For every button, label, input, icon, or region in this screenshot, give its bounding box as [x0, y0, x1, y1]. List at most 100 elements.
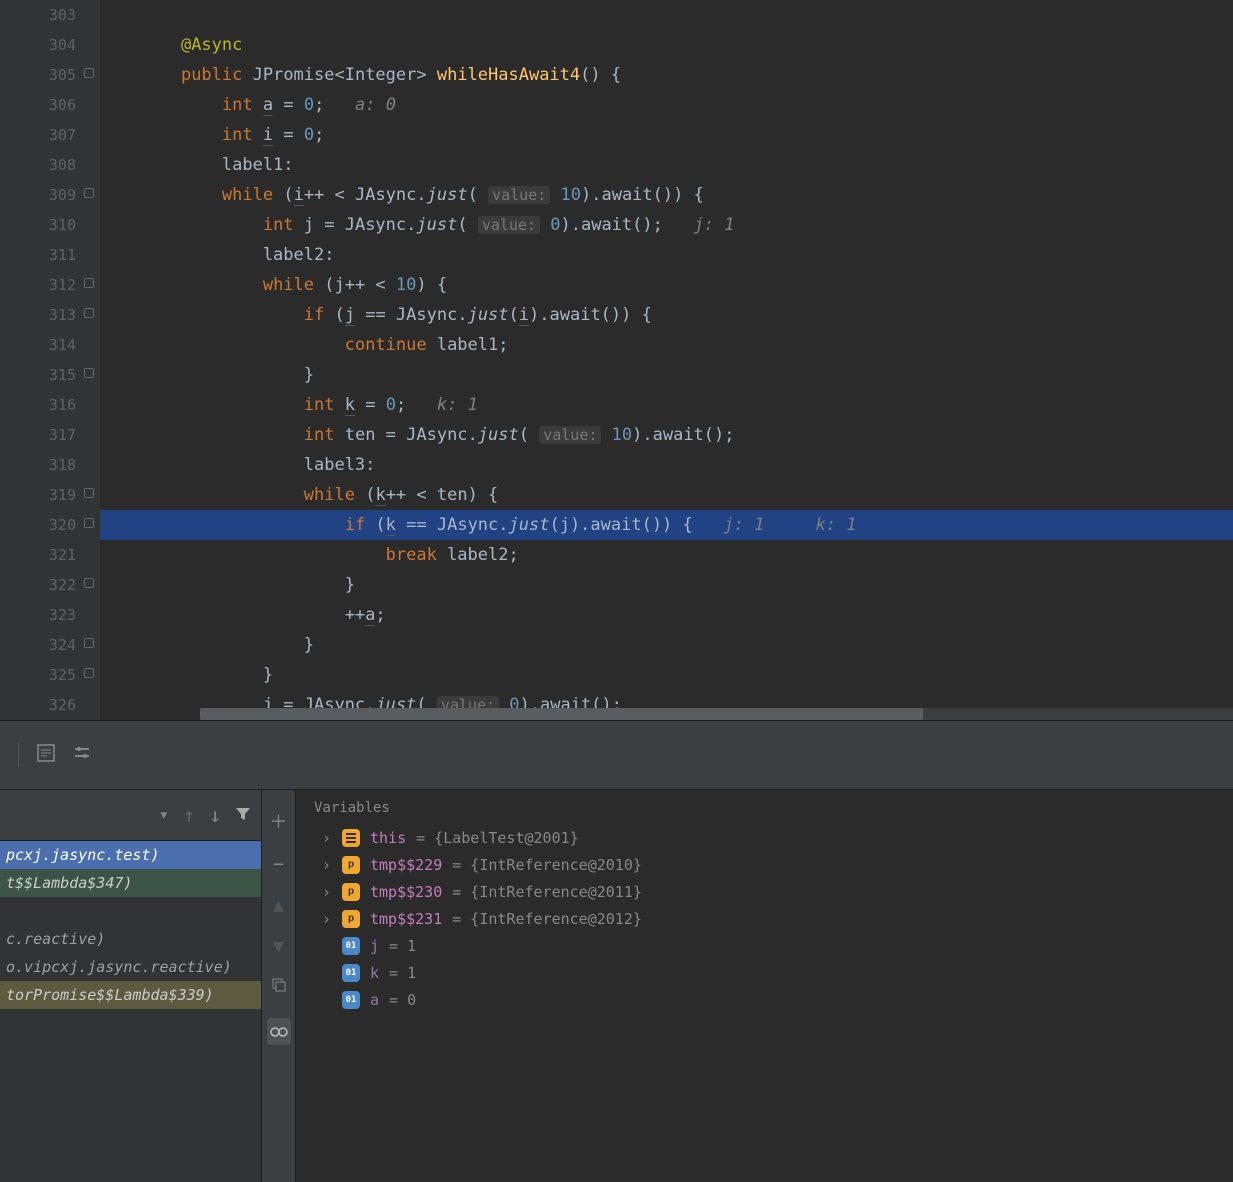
- variable-row[interactable]: ›this = {LabelTest@2001}: [310, 824, 1219, 851]
- variable-row[interactable]: 01j = 1: [310, 932, 1219, 959]
- code-line[interactable]: }: [140, 630, 1233, 660]
- frame-item[interactable]: t$$Lambda$347): [0, 869, 261, 897]
- line-number[interactable]: 307: [0, 120, 76, 150]
- frame-item[interactable]: [0, 897, 261, 925]
- code-line[interactable]: int a = 0; a: 0: [140, 90, 1233, 120]
- expand-icon[interactable]: ›: [322, 856, 332, 874]
- code-area[interactable]: @Async public JPromise<Integer> whileHas…: [100, 0, 1233, 720]
- up-icon[interactable]: ▲: [273, 895, 284, 916]
- variable-row[interactable]: 01k = 1: [310, 959, 1219, 986]
- code-line[interactable]: if (j == JAsync.just(i).await()) {: [140, 300, 1233, 330]
- code-line[interactable]: int j = JAsync.just( value: 0).await(); …: [140, 210, 1233, 240]
- frames-panel[interactable]: ▾ ↑ ↓ pcxj.jasync.test)t$$Lambda$347) c.r…: [0, 790, 262, 1182]
- fold-icon[interactable]: [84, 188, 94, 198]
- variable-row[interactable]: ›tmp$$231 = {IntReference@2012}: [310, 905, 1219, 932]
- line-number[interactable]: 315: [0, 360, 76, 390]
- code-line[interactable]: [140, 0, 1233, 30]
- line-number[interactable]: 318: [0, 450, 76, 480]
- frame-item[interactable]: pcxj.jasync.test): [0, 841, 261, 869]
- line-number[interactable]: 321: [0, 540, 76, 570]
- code-line[interactable]: @Async: [140, 30, 1233, 60]
- line-number[interactable]: 322: [0, 570, 76, 600]
- variable-row[interactable]: ›tmp$$230 = {IntReference@2011}: [310, 878, 1219, 905]
- fold-icon[interactable]: [84, 308, 94, 318]
- line-number[interactable]: 316: [0, 390, 76, 420]
- gutter[interactable]: 3033043053063073083093103113123133143153…: [0, 0, 100, 720]
- code-line[interactable]: label3:: [140, 450, 1233, 480]
- fold-icon[interactable]: [84, 578, 94, 588]
- line-number[interactable]: 308: [0, 150, 76, 180]
- line-number[interactable]: 324: [0, 630, 76, 660]
- line-number[interactable]: 309: [0, 180, 76, 210]
- line-number[interactable]: 320: [0, 510, 76, 540]
- code-line[interactable]: int ten = JAsync.just( value: 10).await(…: [140, 420, 1233, 450]
- remove-watch-icon[interactable]: −: [273, 854, 284, 875]
- code-line[interactable]: while (j++ < 10) {: [140, 270, 1233, 300]
- code-line[interactable]: while (i++ < JAsync.just( value: 10).awa…: [140, 180, 1233, 210]
- line-number[interactable]: 306: [0, 90, 76, 120]
- line-number[interactable]: 310: [0, 210, 76, 240]
- line-number[interactable]: 312: [0, 270, 76, 300]
- expand-icon[interactable]: ›: [322, 883, 332, 901]
- expand-icon[interactable]: ›: [322, 910, 332, 928]
- frames-list[interactable]: pcxj.jasync.test)t$$Lambda$347) c.reactiv…: [0, 841, 261, 1037]
- glasses-icon[interactable]: [267, 1018, 291, 1045]
- fold-icon[interactable]: [84, 638, 94, 648]
- code-line[interactable]: int i = 0;: [140, 120, 1233, 150]
- type-badge-icon: [342, 883, 360, 901]
- variable-row[interactable]: 01a = 0: [310, 986, 1219, 1013]
- horizontal-scrollbar[interactable]: [200, 708, 1233, 720]
- frame-item[interactable]: torPromise$$Lambda$339): [0, 981, 261, 1009]
- variable-value: = 0: [389, 991, 416, 1009]
- line-number[interactable]: 323: [0, 600, 76, 630]
- fold-icon[interactable]: [84, 488, 94, 498]
- code-line[interactable]: public JPromise<Integer> whileHasAwait4(…: [140, 60, 1233, 90]
- next-frame-icon[interactable]: ↓: [209, 803, 221, 827]
- line-number[interactable]: 304: [0, 30, 76, 60]
- fold-icon[interactable]: [84, 368, 94, 378]
- code-line[interactable]: }: [140, 360, 1233, 390]
- code-line[interactable]: while (k++ < ten) {: [140, 480, 1233, 510]
- code-line[interactable]: continue label1;: [140, 330, 1233, 360]
- code-line[interactable]: break label2;: [140, 540, 1233, 570]
- copy-icon[interactable]: [271, 977, 287, 998]
- line-number[interactable]: 313: [0, 300, 76, 330]
- dropdown-icon[interactable]: ▾: [159, 805, 169, 825]
- fold-icon[interactable]: [84, 518, 94, 528]
- line-number[interactable]: 325: [0, 660, 76, 690]
- line-number[interactable]: 305: [0, 60, 76, 90]
- code-line[interactable]: label1:: [140, 150, 1233, 180]
- code-editor[interactable]: 3033043053063073083093103113123133143153…: [0, 0, 1233, 720]
- fold-icon[interactable]: [84, 278, 94, 288]
- frame-item[interactable]: o.vipcxj.jasync.reactive): [0, 953, 261, 981]
- line-number[interactable]: 319: [0, 480, 76, 510]
- code-line[interactable]: if (k == JAsync.just(j).await()) { j: 1 …: [100, 510, 1233, 540]
- line-number[interactable]: 314: [0, 330, 76, 360]
- down-icon[interactable]: ▼: [273, 936, 284, 957]
- scrollbar-thumb[interactable]: [200, 708, 923, 720]
- line-number[interactable]: 303: [0, 0, 76, 30]
- fold-icon[interactable]: [84, 68, 94, 78]
- frame-item[interactable]: c.reactive): [0, 925, 261, 953]
- frame-item[interactable]: [0, 1009, 261, 1037]
- variable-row[interactable]: ›tmp$$229 = {IntReference@2010}: [310, 851, 1219, 878]
- prev-frame-icon[interactable]: ↑: [183, 803, 195, 827]
- fold-icon[interactable]: [84, 668, 94, 678]
- variable-value: = {LabelTest@2001}: [416, 829, 579, 847]
- code-line[interactable]: int k = 0; k: 1: [140, 390, 1233, 420]
- expand-icon[interactable]: ›: [322, 829, 332, 847]
- filter-icon[interactable]: [235, 803, 251, 827]
- variables-panel[interactable]: Variables ›this = {LabelTest@2001}›tmp$$…: [296, 790, 1233, 1182]
- variables-list[interactable]: ›this = {LabelTest@2001}›tmp$$229 = {Int…: [310, 824, 1219, 1013]
- line-number[interactable]: 311: [0, 240, 76, 270]
- line-number[interactable]: 326: [0, 690, 76, 720]
- code-line[interactable]: }: [140, 660, 1233, 690]
- add-watch-icon[interactable]: ＋: [270, 808, 288, 834]
- code-line[interactable]: ++a;: [140, 600, 1233, 630]
- code-line[interactable]: }: [140, 570, 1233, 600]
- settings-icon[interactable]: [73, 743, 91, 767]
- type-badge-icon: 01: [342, 991, 360, 1009]
- code-line[interactable]: label2:: [140, 240, 1233, 270]
- evaluate-icon[interactable]: [37, 743, 55, 767]
- line-number[interactable]: 317: [0, 420, 76, 450]
